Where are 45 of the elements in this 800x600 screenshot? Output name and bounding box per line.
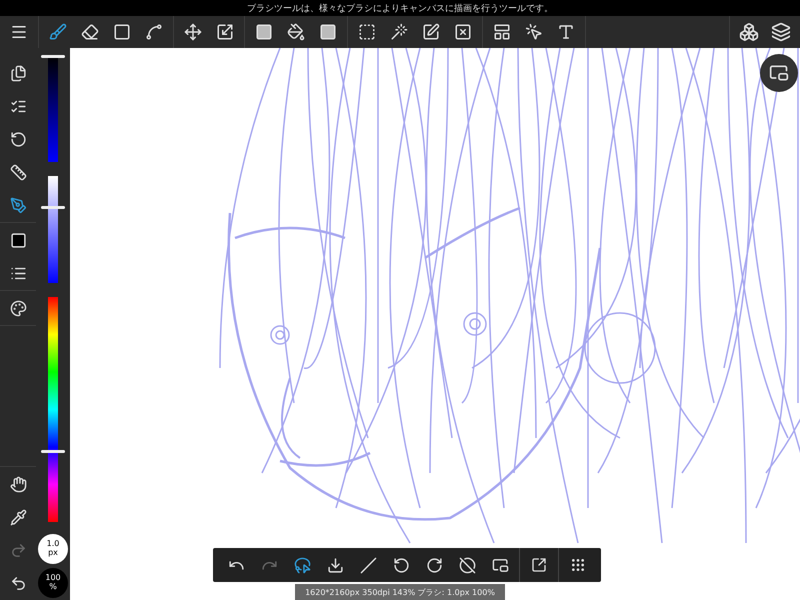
undo-icon: [10, 574, 26, 592]
redo-icon: [10, 542, 26, 558]
download-icon: [326, 556, 344, 574]
paint-bucket-icon: [287, 23, 305, 41]
eraser-icon: [81, 23, 99, 41]
rotate-icon: [10, 130, 26, 148]
polyline-icon: [145, 23, 163, 41]
brush-lasso-icon: [294, 556, 310, 574]
cubes-icon: [739, 22, 759, 42]
filled-square-icon: [255, 23, 273, 41]
hand-icon: [10, 476, 26, 492]
resize-icon: [216, 23, 234, 41]
frame-icon: [769, 63, 789, 83]
magic-wand-icon: [390, 23, 408, 41]
palette-icon: [10, 300, 26, 316]
pointer-icon: [525, 23, 543, 41]
brush-opacity-button[interactable]: 100 %: [38, 568, 68, 598]
square-icon: [113, 23, 131, 41]
frame-icon: [492, 556, 508, 574]
move-icon: [184, 23, 202, 41]
pages-icon: [10, 64, 26, 82]
text-icon: [557, 23, 575, 41]
status-bar: 1620*2160px 350dpi 143% ブラシ: 1.0px 100%: [295, 584, 505, 600]
selection-pen-icon: [422, 23, 440, 41]
pen-icon: [10, 196, 26, 214]
rotate-right-icon: [426, 556, 442, 574]
menu-icon: [10, 23, 28, 41]
slider-thumb[interactable]: [41, 450, 65, 453]
reset-rotation-icon: [458, 556, 476, 574]
brush-size-button[interactable]: 1.0 px: [38, 534, 68, 564]
slider-thumb[interactable]: [41, 206, 65, 209]
slider-thumb[interactable]: [41, 54, 65, 58]
brush-icon: [49, 23, 67, 41]
eyedropper-icon: [10, 508, 26, 526]
ruler-icon: [10, 164, 26, 180]
dashed-selection-icon: [358, 23, 376, 41]
color-swatch-icon: [10, 232, 26, 248]
navigator-button[interactable]: [760, 54, 798, 92]
edit-icon: [531, 557, 547, 573]
grid-icon: [570, 557, 586, 573]
panel-layout-icon: [493, 23, 511, 41]
tool-hint: ブラシツールは、様々なブラシによりキャンバスに描画を行うツールです。: [0, 0, 800, 16]
layers-icon: [771, 22, 791, 42]
rotate-left-icon: [392, 556, 410, 574]
selection-eraser-icon: [454, 23, 472, 41]
